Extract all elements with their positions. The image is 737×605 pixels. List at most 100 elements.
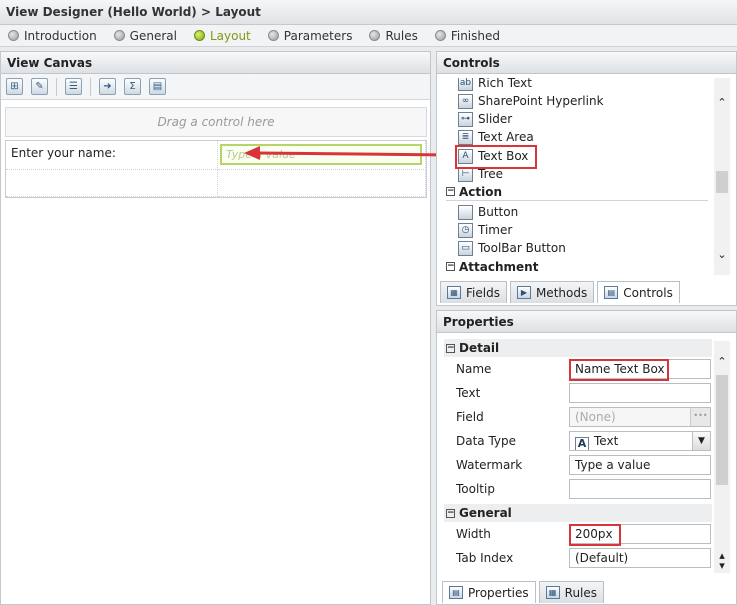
export-icon[interactable]: ➜ <box>99 78 116 95</box>
scroll-down-icon[interactable]: ▾ <box>714 559 730 573</box>
control-rich-text[interactable]: ab Rich Text <box>458 78 532 92</box>
tab-methods[interactable]: ▶ Methods <box>509 281 595 303</box>
tree-icon: ⊢ <box>458 166 473 182</box>
wizard-step-finished[interactable]: Finished <box>434 29 500 43</box>
step-indicator-icon <box>369 30 381 41</box>
window-title: View Designer (Hello World) > Layout <box>0 0 737 25</box>
button-icon <box>458 204 473 220</box>
controls-scrollbar[interactable]: ⌃ ⌄ <box>714 78 730 275</box>
controls-list: ab Rich Text ∞ SharePoint Hyperlink ⊶ Slide… <box>444 78 714 275</box>
controls-header: Controls <box>437 52 736 74</box>
control-tree[interactable]: ⊢ Tree <box>458 165 503 183</box>
text-box-icon: A <box>458 148 473 164</box>
textbox-cell[interactable]: Type a value <box>218 141 426 170</box>
scroll-up-icon[interactable]: ⌃ <box>714 96 730 110</box>
properties-tabs: ▤ Properties ▦ Rules <box>442 581 607 603</box>
control-toolbar-button[interactable]: ▭ ToolBar Button <box>458 239 566 257</box>
step-indicator-icon <box>193 30 205 41</box>
control-text-area[interactable]: ≣ Text Area <box>458 128 534 146</box>
group-general[interactable]: − General <box>444 504 712 522</box>
wizard-step-rules[interactable]: Rules <box>369 29 418 43</box>
controls-icon: ▤ <box>604 286 619 299</box>
collapse-icon[interactable]: − <box>446 343 455 353</box>
empty-cell[interactable] <box>6 170 218 197</box>
timer-icon: ◷ <box>458 222 473 238</box>
wizard-step-introduction[interactable]: Introduction <box>8 29 97 43</box>
control-sharepoint-hyperlink[interactable]: ∞ SharePoint Hyperlink <box>458 92 604 110</box>
field-input[interactable]: (None) ••• <box>569 407 711 427</box>
control-slider[interactable]: ⊶ Slider <box>458 110 512 128</box>
prop-row-watermark: Watermark Type a value <box>444 454 712 478</box>
name-input[interactable]: Name Text Box <box>569 359 711 379</box>
canvas-toolbar: ⊞ ✎ ☰ ➜ Σ ▤ <box>1 74 430 100</box>
controls-tabs: ▦ Fields ▶ Methods ▤ Controls <box>440 281 683 303</box>
properties-header: Properties <box>437 311 736 333</box>
empty-cell[interactable] <box>218 170 426 197</box>
properties-panel: Properties − Detail Name Name Text Box Te… <box>436 310 737 605</box>
properties-icon: ▤ <box>449 586 463 599</box>
label-cell[interactable]: Enter your name: <box>6 141 218 170</box>
watermark-input[interactable]: Type a value <box>569 455 711 475</box>
collapse-icon[interactable]: − <box>446 508 455 518</box>
tab-properties[interactable]: ▤ Properties <box>442 581 536 603</box>
methods-icon: ▶ <box>516 286 531 299</box>
toolbar-button-icon: ▭ <box>458 240 473 256</box>
prop-row-text: Text <box>444 382 712 406</box>
tab-rules[interactable]: ▦ Rules <box>538 581 605 603</box>
prop-row-datatype: Data Type A Text ▼ <box>444 430 712 454</box>
tabindex-input[interactable]: (Default) <box>569 548 711 568</box>
toolbar-divider <box>90 77 91 96</box>
view-canvas-panel: View Canvas ⊞ ✎ ☰ ➜ Σ ▤ Drag a control h… <box>0 51 431 605</box>
prop-row-tooltip: Tooltip <box>444 478 712 502</box>
datatype-select[interactable]: A Text ▼ <box>569 431 711 451</box>
toolbar-divider <box>56 77 57 96</box>
prop-row-name: Name Name Text Box <box>444 358 712 382</box>
control-timer[interactable]: ◷ Timer <box>458 221 512 239</box>
drop-zone[interactable]: Drag a control here <box>5 107 427 137</box>
tooltip-input[interactable] <box>569 479 711 499</box>
add-table-icon[interactable]: ⊞ <box>6 78 23 95</box>
properties-scrollbar[interactable]: ⌃ ▴ ▾ <box>714 341 730 573</box>
fields-icon: ▦ <box>447 286 461 299</box>
view-canvas-header: View Canvas <box>1 52 430 74</box>
step-indicator-icon <box>8 30 19 41</box>
group-action[interactable]: − Action <box>446 183 708 201</box>
rules-icon: ▦ <box>545 586 560 599</box>
scroll-thumb[interactable] <box>716 171 728 193</box>
controls-panel: Controls ab Rich Text ∞ SharePoint Hyperli… <box>436 51 737 306</box>
text-type-icon: A <box>575 437 589 450</box>
collapse-icon[interactable]: − <box>446 262 455 271</box>
group-attachment[interactable]: − Attachment <box>446 258 708 275</box>
text-area-icon: ≣ <box>458 129 473 145</box>
wizard-step-parameters[interactable]: Parameters <box>267 29 352 43</box>
edit-table-icon[interactable]: ✎ <box>31 78 48 95</box>
sum-icon[interactable]: Σ <box>124 78 141 95</box>
hyperlink-icon: ∞ <box>458 93 473 109</box>
prop-row-width: Width 200px <box>444 523 712 547</box>
control-text-box[interactable]: A Text Box <box>458 147 528 165</box>
tab-controls[interactable]: ▤ Controls <box>597 281 680 303</box>
collapse-icon[interactable]: − <box>446 187 455 196</box>
control-button[interactable]: Button <box>458 203 518 221</box>
insert-row-icon[interactable]: ☰ <box>65 78 82 95</box>
scroll-up-icon[interactable]: ⌃ <box>714 355 730 369</box>
group-detail[interactable]: − Detail <box>444 339 712 357</box>
wizard-step-layout[interactable]: Layout <box>193 29 251 43</box>
step-indicator-icon <box>113 30 125 41</box>
wizard-steps: Introduction General Layout Parameters R… <box>0 25 737 47</box>
prop-row-field: Field (None) ••• <box>444 406 712 430</box>
ellipsis-icon: ••• <box>690 408 710 426</box>
tab-fields[interactable]: ▦ Fields <box>440 281 507 303</box>
name-text-box[interactable]: Type a value <box>220 144 422 165</box>
width-input[interactable]: 200px <box>569 524 711 544</box>
prop-row-tabindex: Tab Index (Default) <box>444 547 712 571</box>
wizard-step-general[interactable]: General <box>113 29 177 43</box>
scroll-down-icon[interactable]: ⌄ <box>714 248 730 262</box>
chevron-down-icon[interactable]: ▼ <box>692 432 710 450</box>
scroll-thumb[interactable] <box>716 375 728 485</box>
rich-text-icon: ab <box>458 78 473 91</box>
text-input[interactable] <box>569 383 711 403</box>
slider-icon: ⊶ <box>458 111 473 127</box>
properties-icon[interactable]: ▤ <box>149 78 166 95</box>
step-indicator-icon <box>267 30 279 41</box>
